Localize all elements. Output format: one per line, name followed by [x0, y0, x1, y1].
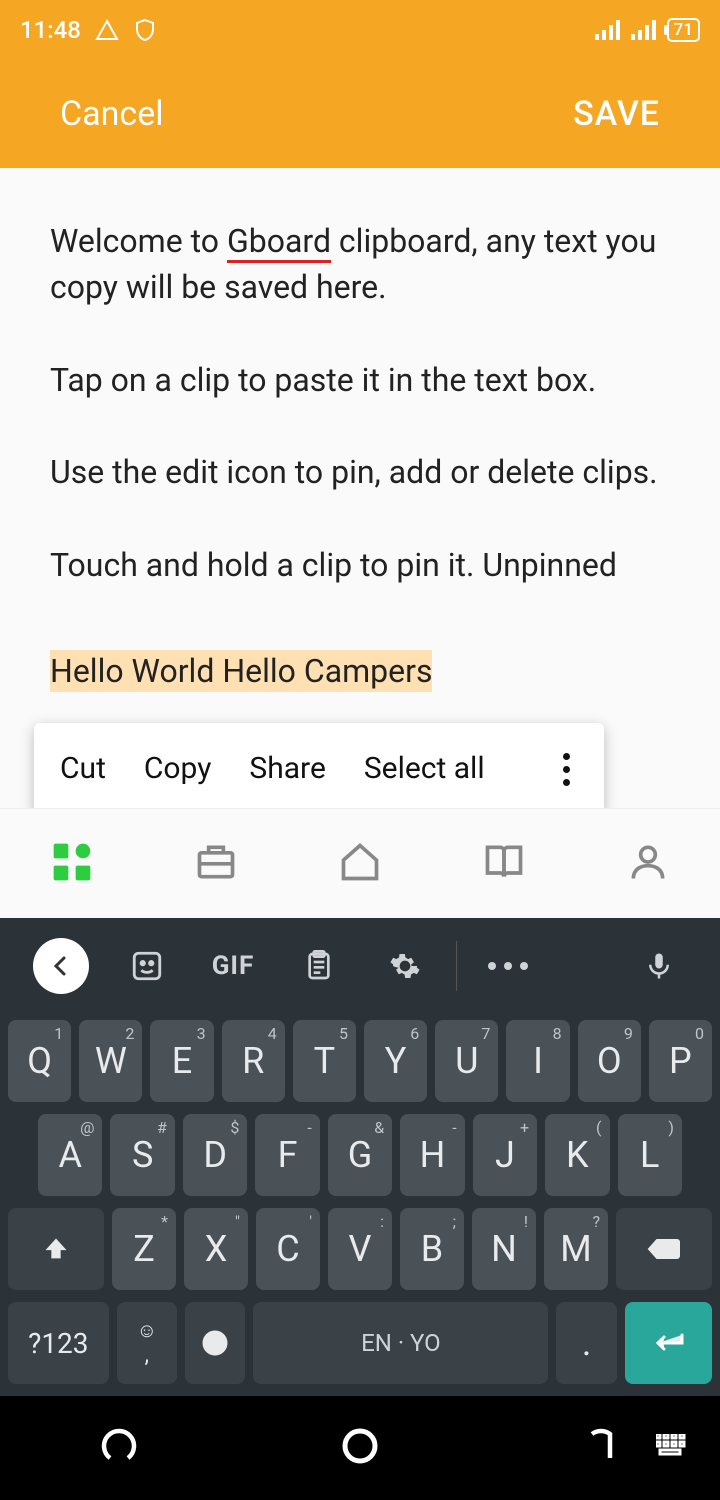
language-key[interactable]	[185, 1302, 245, 1384]
battery-icon: 71	[667, 18, 700, 42]
signal-icon	[595, 20, 621, 40]
clipboard-icon[interactable]	[276, 918, 362, 1014]
backspace-key[interactable]	[616, 1208, 712, 1290]
save-button[interactable]: SAVE	[573, 94, 660, 134]
nav-profile-icon[interactable]	[626, 840, 670, 888]
key-d[interactable]: D$	[183, 1114, 247, 1196]
space-key[interactable]: EN · YO	[253, 1302, 548, 1384]
key-z[interactable]: Z*	[112, 1208, 176, 1290]
recents-button[interactable]	[101, 1428, 137, 1468]
period-key[interactable]: .	[556, 1302, 616, 1384]
keyboard: GIF Q1W2E3R4T5Y6U7I8O9P0 A@S#D$F-G&H-J+K…	[0, 918, 720, 1396]
key-l[interactable]: L)	[618, 1114, 682, 1196]
key-c[interactable]: C'	[256, 1208, 320, 1290]
key-k[interactable]: K(	[545, 1114, 609, 1196]
home-button[interactable]	[340, 1426, 380, 1470]
key-o[interactable]: O9	[578, 1020, 641, 1102]
key-g[interactable]: G&	[328, 1114, 392, 1196]
shield-icon	[133, 18, 157, 42]
triangle-icon	[95, 18, 119, 42]
keyboard-switch-icon[interactable]	[656, 1434, 690, 1462]
key-r[interactable]: R4	[222, 1020, 285, 1102]
numbers-key[interactable]: ?123	[8, 1302, 109, 1384]
key-m[interactable]: M?	[544, 1208, 608, 1290]
paragraph: Welcome to Gboard clipboard, any text yo…	[50, 218, 670, 311]
keyboard-toolbar: GIF	[0, 918, 720, 1014]
text-context-menu: Cut Copy Share Select all	[34, 723, 604, 808]
toolbar-separator	[456, 941, 457, 991]
kb-back-icon[interactable]	[18, 918, 104, 1014]
key-a[interactable]: A@	[38, 1114, 102, 1196]
nav-briefcase-icon[interactable]	[194, 840, 238, 888]
cut-button[interactable]: Cut	[60, 747, 106, 791]
sticker-icon[interactable]	[104, 918, 190, 1014]
key-u[interactable]: U7	[435, 1020, 498, 1102]
paragraph: Use the edit icon to pin, add or delete …	[50, 449, 670, 495]
key-q[interactable]: Q1	[8, 1020, 71, 1102]
key-n[interactable]: N!	[472, 1208, 536, 1290]
key-i[interactable]: I8	[506, 1020, 569, 1102]
select-all-button[interactable]: Select all	[364, 747, 485, 791]
enter-key[interactable]	[625, 1302, 712, 1384]
signal-icon-2	[631, 20, 657, 40]
key-x[interactable]: X"	[184, 1208, 248, 1290]
settings-icon[interactable]	[362, 918, 448, 1014]
kb-row-3: Z*X"C'V:B;N!M?	[8, 1208, 712, 1290]
key-w[interactable]: W2	[79, 1020, 142, 1102]
paragraph: Tap on a clip to paste it in the text bo…	[50, 357, 670, 403]
kb-row-2: A@S#D$F-G&H-J+K(L)	[8, 1114, 712, 1196]
system-nav-bar	[0, 1396, 720, 1500]
back-button[interactable]	[583, 1428, 619, 1468]
kb-row-4: ?123 ☺ , EN · YO .	[8, 1302, 712, 1384]
kb-more-icon[interactable]	[465, 918, 551, 1014]
nav-grid-icon[interactable]	[50, 840, 94, 888]
shift-key[interactable]	[8, 1208, 104, 1290]
copy-button[interactable]: Copy	[144, 747, 212, 791]
editor-header: Cancel SAVE	[0, 60, 720, 168]
kb-row-1: Q1W2E3R4T5Y6U7I8O9P0	[8, 1020, 712, 1102]
more-options-icon[interactable]	[563, 753, 578, 786]
key-t[interactable]: T5	[293, 1020, 356, 1102]
key-p[interactable]: P0	[649, 1020, 712, 1102]
note-editor[interactable]: Welcome to Gboard clipboard, any text yo…	[0, 168, 720, 808]
share-button[interactable]: Share	[249, 747, 325, 791]
cancel-button[interactable]: Cancel	[60, 94, 164, 134]
spellcheck-word[interactable]: Gboard	[227, 222, 331, 263]
key-y[interactable]: Y6	[364, 1020, 427, 1102]
key-v[interactable]: V:	[328, 1208, 392, 1290]
gif-button[interactable]: GIF	[190, 918, 276, 1014]
selected-text[interactable]: Hello World Hello Campers	[50, 650, 432, 692]
app-bottom-nav	[0, 808, 720, 918]
nav-book-icon[interactable]	[482, 840, 526, 888]
emoji-key[interactable]: ☺ ,	[117, 1302, 177, 1384]
nav-home-icon[interactable]	[338, 840, 382, 888]
key-h[interactable]: H-	[400, 1114, 464, 1196]
key-f[interactable]: F-	[255, 1114, 319, 1196]
paragraph: Touch and hold a clip to pin it. Unpinne…	[50, 542, 670, 588]
key-j[interactable]: J+	[473, 1114, 537, 1196]
status-time: 11:48	[20, 16, 81, 44]
key-s[interactable]: S#	[110, 1114, 174, 1196]
mic-icon[interactable]	[616, 918, 702, 1014]
key-e[interactable]: E3	[150, 1020, 213, 1102]
key-b[interactable]: B;	[400, 1208, 464, 1290]
status-bar: 11:48 71	[0, 0, 720, 60]
